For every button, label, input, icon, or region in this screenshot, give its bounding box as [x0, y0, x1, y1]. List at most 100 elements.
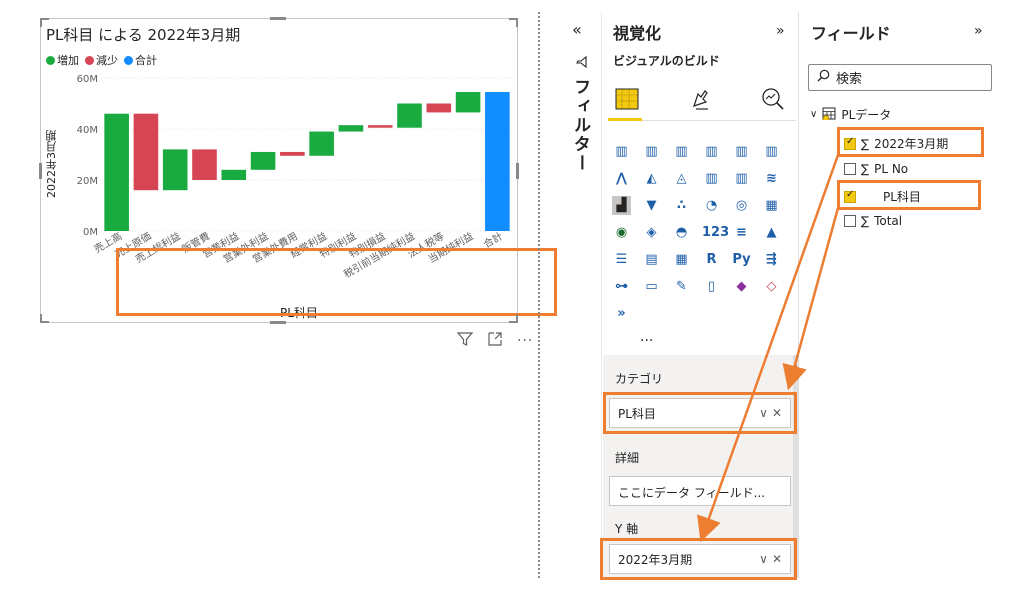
scatter-visual-icon[interactable]: ∴	[672, 196, 691, 215]
waterfall-bar[interactable]	[104, 113, 129, 231]
table-node-pl-data[interactable]: ∨ PLデータ	[810, 106, 891, 123]
funnel-visual-icon[interactable]: ▼	[642, 196, 661, 215]
legend-label: 合計	[135, 54, 157, 67]
r-visual-visual-icon[interactable]: R	[702, 250, 721, 269]
field-row[interactable]: ∑ PL No	[844, 162, 908, 176]
waterfall-bar[interactable]	[192, 149, 217, 180]
waterfall-visual[interactable]: 0M 20M 40M 60M 売上高 売上原価 売上総利益 販管費 営業利益 営業外利益 営業外費用…	[40, 18, 557, 323]
resize-handle-top[interactable]	[270, 17, 286, 20]
waterfall-bar[interactable]	[309, 131, 334, 156]
multirow-card-visual-icon[interactable]: ≡	[732, 223, 751, 242]
table-icon	[822, 107, 836, 123]
sigma-icon: ∑	[861, 162, 870, 176]
resize-corner[interactable]	[509, 18, 518, 27]
waterfall-bar[interactable]	[367, 125, 393, 128]
map-visual-icon[interactable]: ◉	[612, 223, 631, 242]
power-apps-visual-icon[interactable]: ◆	[732, 277, 751, 296]
line-visual-icon[interactable]: ⋀	[612, 169, 631, 188]
power-automate-visual-icon[interactable]: ◇	[762, 277, 781, 296]
details-well[interactable]: ここにデータ フィールド...	[609, 476, 791, 506]
clustered-bar-visual-icon[interactable]: ▥	[672, 142, 691, 161]
decomposition-tree-visual-icon[interactable]: ⊶	[612, 277, 631, 296]
legend-label: 増加	[57, 54, 79, 67]
active-tab-indicator	[608, 118, 642, 121]
donut-visual-icon[interactable]: ◎	[732, 196, 751, 215]
build-visual-tab-icon[interactable]	[612, 84, 642, 114]
clustered-column-visual-icon[interactable]: ▥	[702, 142, 721, 161]
resize-corner[interactable]	[509, 314, 518, 323]
waterfall-bar[interactable]	[455, 92, 481, 113]
waterfall-bar[interactable]	[221, 169, 247, 180]
resize-corner[interactable]	[40, 314, 49, 323]
focus-mode-icon[interactable]	[487, 331, 503, 351]
field-row[interactable]: ∑ Total	[844, 214, 902, 228]
field-checkbox[interactable]	[844, 163, 856, 175]
slicer-visual-icon[interactable]: ☰	[612, 250, 631, 269]
visualizations-expand-icon[interactable]: »	[776, 23, 785, 39]
table-visual-icon[interactable]: ▤	[642, 250, 661, 269]
highlight-box-y-axis-well	[600, 538, 797, 580]
highlight-box-category-well	[603, 392, 797, 434]
key-influencers-visual-icon[interactable]: ⇶	[762, 250, 781, 269]
field-label: PL No	[874, 162, 909, 176]
y-tick-label: 40M	[77, 125, 98, 136]
y-axis-title: 2022年3月期	[45, 130, 58, 198]
fields-search-input[interactable]: 検索	[808, 64, 992, 91]
waterfall-bar[interactable]	[397, 103, 422, 128]
treemap-visual-icon[interactable]: ▦	[762, 196, 781, 215]
waterfall-bar[interactable]	[338, 125, 364, 132]
filters-label: フィルター	[570, 78, 590, 173]
kpi-visual-icon[interactable]: ▲	[762, 223, 781, 242]
chevron-down-icon[interactable]: ∨	[810, 109, 817, 120]
stacked-bar-visual-icon[interactable]: ▥	[612, 142, 631, 161]
waterfall-bar[interactable]	[162, 149, 188, 191]
resize-handle-left[interactable]	[39, 163, 42, 179]
waterfall-visual-icon[interactable]: ▟	[612, 196, 631, 215]
resize-corner[interactable]	[40, 18, 49, 27]
waterfall-bar[interactable]	[426, 103, 452, 113]
area-visual-icon[interactable]: ◭	[642, 169, 661, 188]
analytics-tab-icon[interactable]	[758, 84, 788, 114]
qa-visual-icon[interactable]: ▭	[642, 277, 661, 296]
waterfall-bar[interactable]	[280, 151, 305, 156]
format-visual-tab-icon[interactable]	[686, 84, 716, 114]
more-visuals-icon[interactable]: ···	[640, 333, 653, 349]
field-label: Total	[874, 214, 903, 228]
100-column-visual-icon[interactable]: ▥	[762, 142, 781, 161]
matrix-visual-icon[interactable]: ▦	[672, 250, 691, 269]
legend-item-increase[interactable]: 増加	[46, 52, 79, 68]
stacked-column-visual-icon[interactable]: ▥	[642, 142, 661, 161]
search-placeholder: 検索	[836, 72, 863, 87]
line-column-visual-icon[interactable]: ▥	[702, 169, 721, 188]
highlight-box-field-fy2022	[837, 127, 984, 157]
well-label-y-axis: Y 軸	[615, 522, 639, 536]
100-bar-visual-icon[interactable]: ▥	[732, 142, 751, 161]
resize-handle-right[interactable]	[516, 163, 519, 179]
narrative-visual-icon[interactable]: ✎	[672, 277, 691, 296]
sigma-icon: ∑	[861, 214, 870, 228]
line-clustered-visual-icon[interactable]: ▥	[732, 169, 751, 188]
pie-visual-icon[interactable]: ◔	[702, 196, 721, 215]
scroll-up-icon[interactable]: ▲	[793, 362, 799, 370]
card-visual-icon[interactable]: 123	[702, 223, 729, 242]
filter-icon[interactable]	[456, 331, 474, 351]
filters-collapse-icon[interactable]: «	[572, 20, 582, 39]
resize-handle-bottom[interactable]	[270, 321, 286, 324]
ribbon-visual-icon[interactable]: ≋	[762, 169, 781, 188]
visualizations-title: 視覚化	[613, 24, 662, 43]
filled-map-visual-icon[interactable]: ◈	[642, 223, 661, 242]
gauge-visual-icon[interactable]: ◓	[672, 223, 691, 242]
paginated-visual-icon[interactable]: ▯	[702, 277, 721, 296]
field-checkbox[interactable]	[844, 215, 856, 227]
waterfall-bar[interactable]	[250, 151, 276, 170]
waterfall-bar[interactable]	[133, 113, 159, 191]
python-visual-visual-icon[interactable]: Py	[732, 250, 751, 269]
legend-item-decrease[interactable]: 減少	[85, 52, 118, 68]
more-visuals-visual-icon[interactable]: »	[612, 304, 631, 323]
legend-item-total[interactable]: 合計	[124, 52, 157, 68]
fields-expand-icon[interactable]: »	[974, 23, 983, 39]
stacked-area-visual-icon[interactable]: ◬	[672, 169, 691, 188]
canvas-divider	[538, 12, 540, 578]
waterfall-bar[interactable]	[485, 92, 510, 232]
more-options-icon[interactable]: ···	[517, 333, 533, 349]
